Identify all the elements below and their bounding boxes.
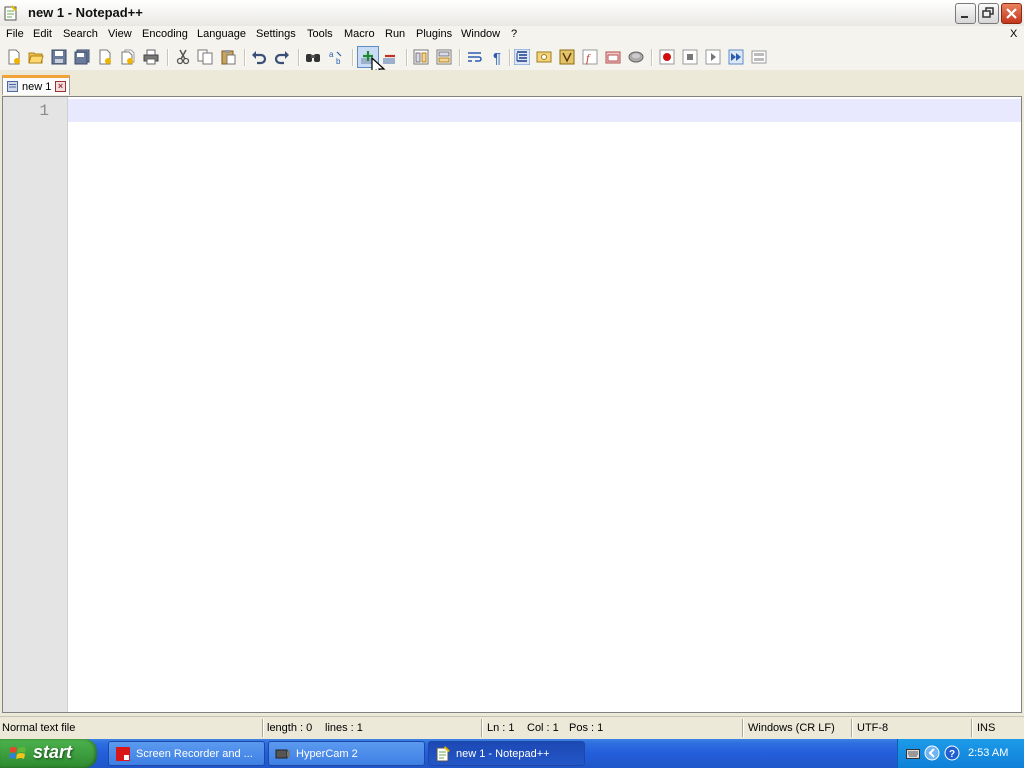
tab-new-1[interactable]: new 1 × <box>2 75 70 95</box>
open-file-icon[interactable] <box>28 49 44 65</box>
menu-edit[interactable]: Edit <box>33 28 52 40</box>
close-all-icon[interactable] <box>120 49 136 65</box>
status-length: length : 0 <box>267 722 313 734</box>
system-tray: ? 2:53 AM <box>897 739 1024 768</box>
stop-record-icon[interactable] <box>682 49 698 65</box>
screen-recorder-icon <box>115 746 131 762</box>
hypercam-icon <box>275 746 291 762</box>
close-icon[interactable] <box>97 49 113 65</box>
status-eol: Windows (CR LF) <box>748 722 835 734</box>
clock: 2:53 AM <box>968 747 1009 759</box>
line-number-gutter: 1 <box>3 97 68 712</box>
cut-icon[interactable] <box>175 49 191 65</box>
keyboard-icon[interactable] <box>906 747 920 760</box>
tab-close-icon[interactable]: × <box>55 81 66 92</box>
record-macro-icon[interactable] <box>659 49 675 65</box>
line-number: 1 <box>39 102 49 120</box>
menu-search[interactable]: Search <box>63 28 98 40</box>
taskbar: start Screen Recorder and ... HyperCam 2… <box>0 739 1024 768</box>
indent-guide-icon[interactable] <box>514 49 530 65</box>
save-all-icon[interactable] <box>74 49 90 65</box>
menu-view[interactable]: View <box>108 28 132 40</box>
notepadpp-app-icon[interactable] <box>4 5 18 21</box>
folder-as-workspace-icon[interactable] <box>605 49 621 65</box>
start-button[interactable]: start <box>0 739 97 768</box>
status-insert-mode: INS <box>977 722 996 734</box>
menu-encoding[interactable]: Encoding <box>142 28 188 40</box>
minimize-button[interactable] <box>955 3 976 24</box>
save-icon[interactable] <box>51 49 67 65</box>
print-icon[interactable] <box>143 49 159 65</box>
copy-icon[interactable] <box>197 49 213 65</box>
editor-area[interactable]: 1 <box>2 96 1022 713</box>
status-line: Ln : 1 <box>487 722 515 734</box>
status-bar: Normal text file length : 0 lines : 1 Ln… <box>0 716 1024 740</box>
toolbar: ab ¶ f <box>0 45 1024 70</box>
menu-plugins[interactable]: Plugins <box>416 28 452 40</box>
taskbar-label: Screen Recorder and ... <box>136 748 253 760</box>
menu-tools[interactable]: Tools <box>307 28 333 40</box>
status-encoding: UTF-8 <box>857 722 889 734</box>
show-all-chars-icon[interactable]: ¶ <box>490 49 506 65</box>
replace-icon[interactable]: ab <box>328 49 344 65</box>
word-wrap-icon[interactable] <box>467 49 483 65</box>
user-defined-language-icon[interactable] <box>536 49 552 65</box>
taskbar-label: new 1 - Notepad++ <box>456 748 550 760</box>
doc-map-icon[interactable] <box>559 49 575 65</box>
tab-label: new 1 <box>22 81 52 93</box>
close-document-button[interactable]: X <box>1010 28 1017 40</box>
menu-help[interactable]: ? <box>511 28 517 40</box>
paste-icon[interactable] <box>220 49 236 65</box>
status-file-type: Normal text file <box>2 722 76 734</box>
undo-icon[interactable] <box>251 49 267 65</box>
start-label: start <box>33 742 73 762</box>
svg-text:b: b <box>336 57 341 65</box>
taskbar-label: HyperCam 2 <box>296 748 358 760</box>
monitoring-icon[interactable] <box>628 49 644 65</box>
sync-horizontal-icon[interactable] <box>436 49 452 65</box>
menu-language[interactable]: Language <box>197 28 246 40</box>
menu-bar: File Edit Search View Encoding Language … <box>0 26 1024 45</box>
redo-icon[interactable] <box>274 49 290 65</box>
restore-button[interactable] <box>978 3 999 24</box>
title-bar[interactable]: new 1 - Notepad++ <box>0 0 1024 26</box>
menu-run[interactable]: Run <box>385 28 405 40</box>
taskbar-button-notepadpp[interactable]: new 1 - Notepad++ <box>428 741 585 766</box>
current-line-highlight[interactable] <box>68 99 1021 122</box>
find-icon[interactable] <box>305 49 321 65</box>
close-window-button[interactable] <box>1001 3 1022 24</box>
play-macro-icon[interactable] <box>705 49 721 65</box>
help-tray-icon[interactable]: ? <box>944 745 960 761</box>
status-column: Col : 1 <box>527 722 559 734</box>
windows-logo-icon <box>9 745 27 763</box>
svg-text:?: ? <box>949 749 955 760</box>
function-list-icon[interactable]: f <box>582 49 598 65</box>
tab-bar: new 1 × <box>0 70 1024 96</box>
taskbar-button-screen-recorder[interactable]: Screen Recorder and ... <box>108 741 265 766</box>
menu-macro[interactable]: Macro <box>344 28 375 40</box>
save-macro-icon[interactable] <box>751 49 767 65</box>
status-position: Pos : 1 <box>569 722 604 734</box>
svg-text:a: a <box>329 50 334 59</box>
status-lines: lines : 1 <box>325 722 363 734</box>
menu-file[interactable]: File <box>6 28 24 40</box>
document-icon <box>7 81 18 92</box>
taskbar-button-hypercam[interactable]: HyperCam 2 <box>268 741 425 766</box>
sync-vertical-icon[interactable] <box>413 49 429 65</box>
show-hidden-icons-icon[interactable] <box>924 745 940 761</box>
run-macro-multiple-icon[interactable] <box>728 49 744 65</box>
menu-settings[interactable]: Settings <box>256 28 296 40</box>
svg-text:¶: ¶ <box>493 50 501 65</box>
new-file-icon[interactable] <box>6 49 22 65</box>
notepadpp-icon <box>435 746 451 762</box>
window-title: new 1 - Notepad++ <box>28 5 143 20</box>
menu-window[interactable]: Window <box>461 28 500 40</box>
